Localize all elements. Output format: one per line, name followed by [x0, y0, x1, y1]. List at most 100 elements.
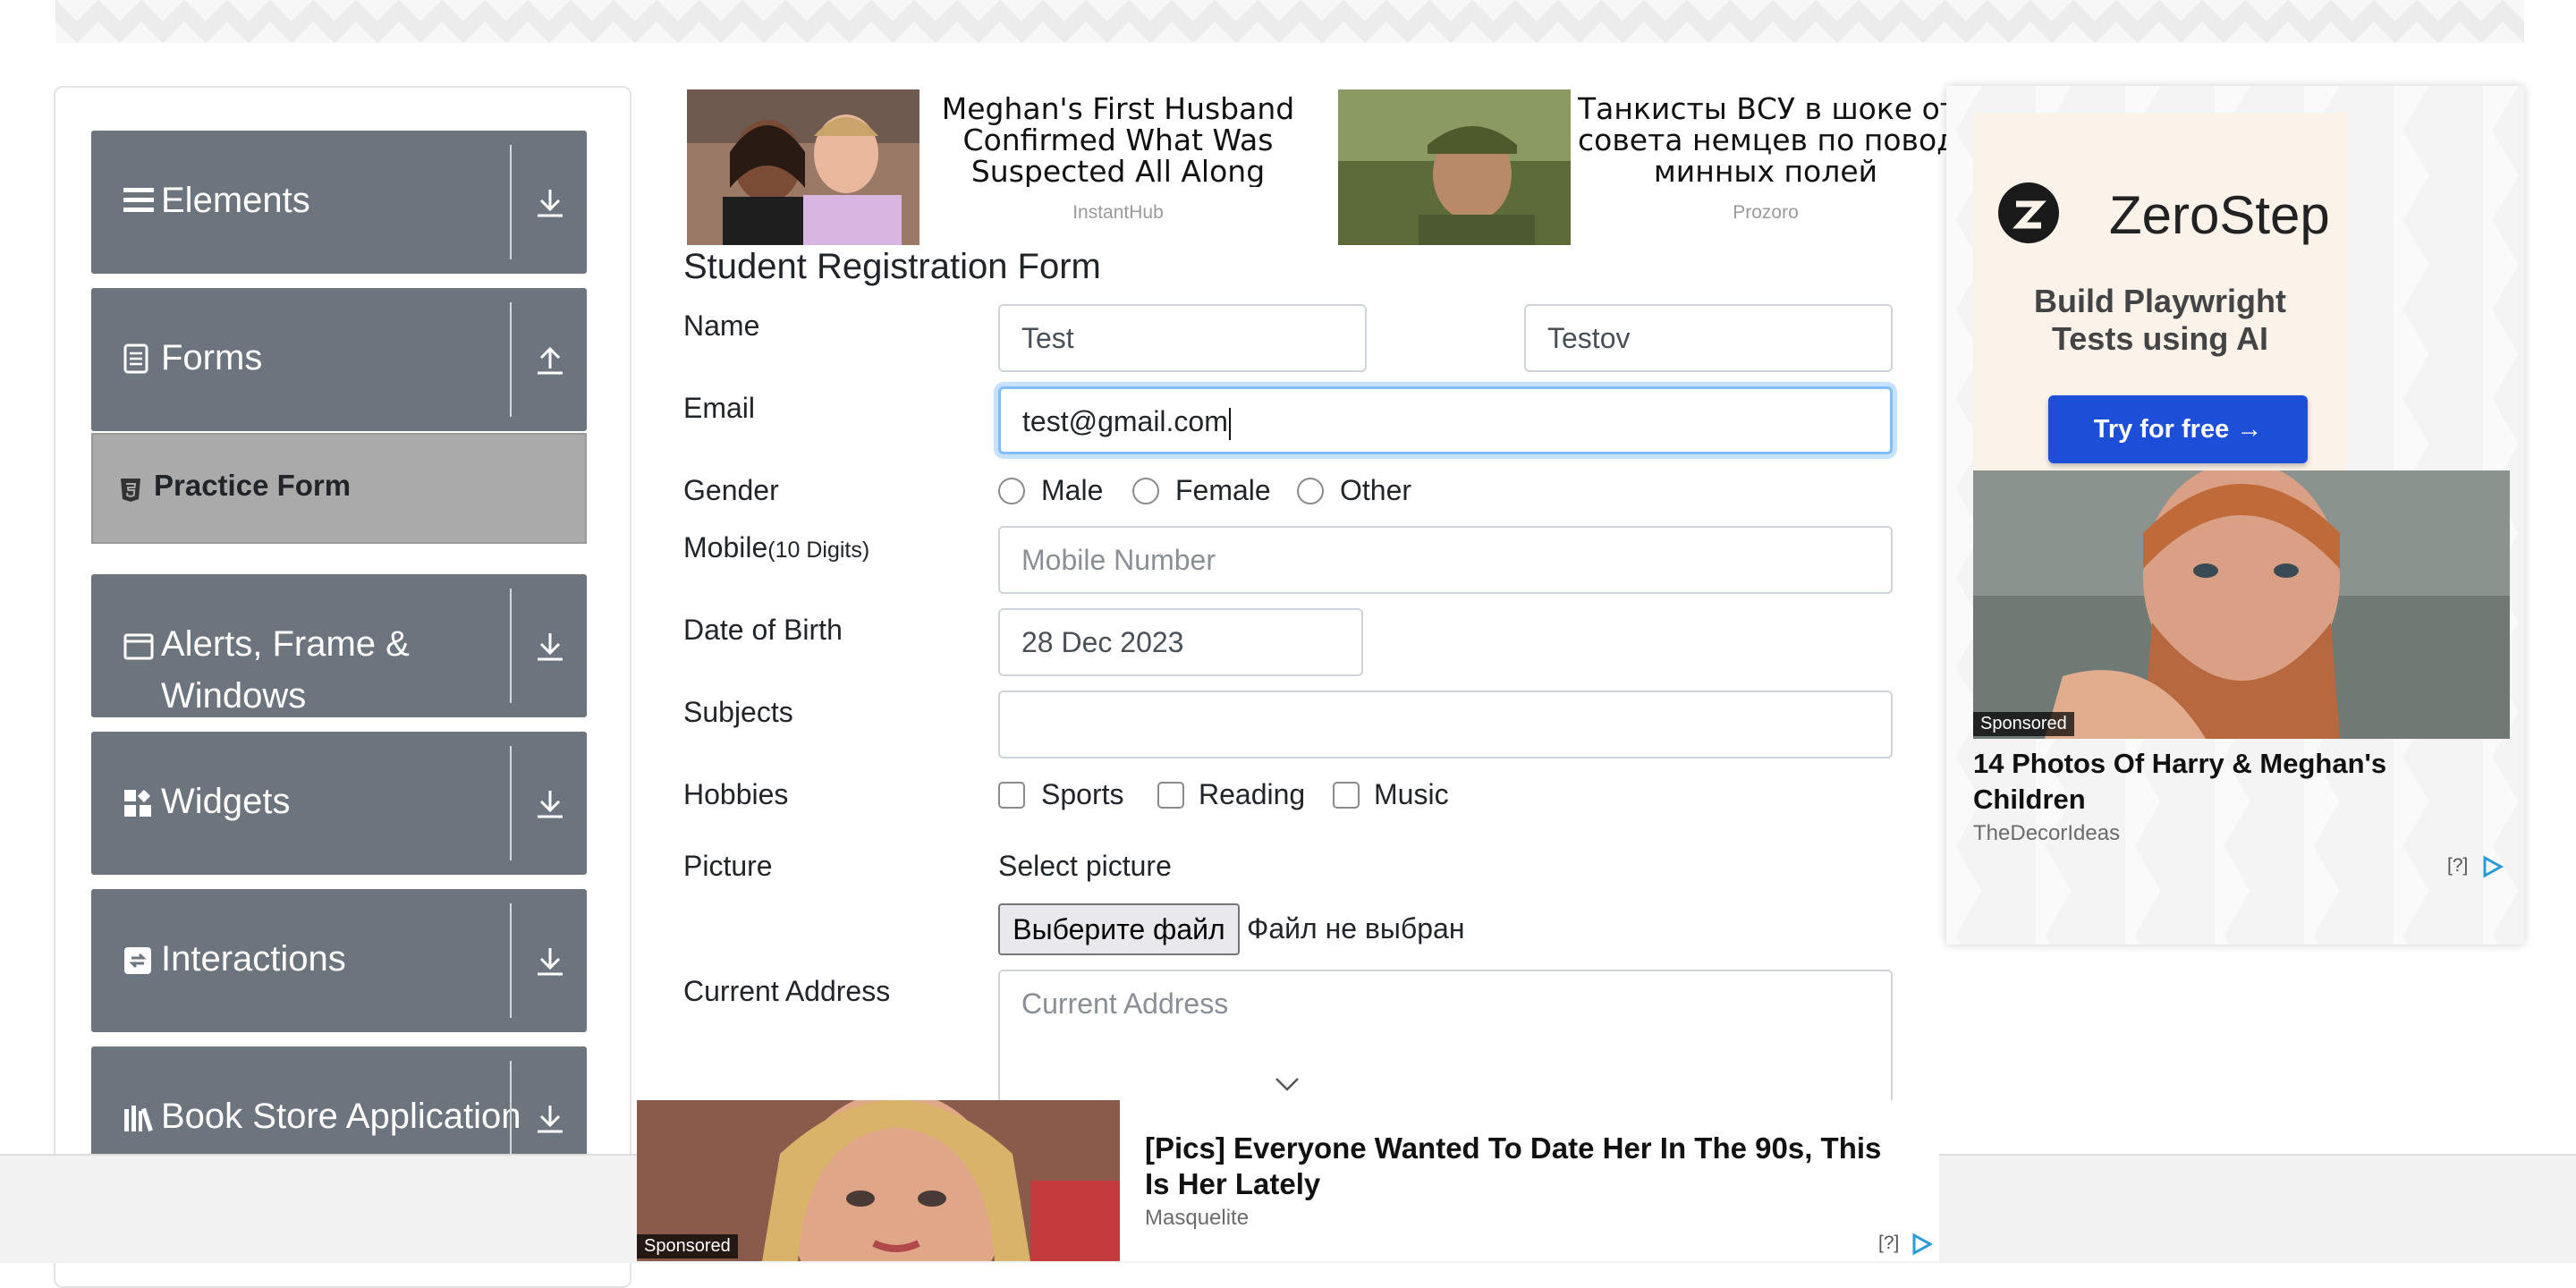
interactions-icon	[123, 946, 152, 975]
gender-male-radio[interactable]	[998, 478, 1025, 504]
hobbies-label: Hobbies	[683, 778, 789, 810]
zerostep-tagline: Build Playwright Tests using AI	[1973, 283, 2347, 358]
gender-male-label[interactable]: Male	[1041, 474, 1103, 507]
ad-title-line: Confirmed What Was	[962, 123, 1274, 157]
subjects-label: Subjects	[683, 696, 793, 728]
sponsored-badge: Sponsored	[637, 1234, 738, 1258]
adchoices-icon[interactable]	[1911, 1233, 1934, 1260]
html5-icon	[120, 478, 141, 507]
ad-source: TheDecorIdeas	[1973, 821, 2121, 845]
sidebar-group-interactions[interactable]: Interactions	[91, 889, 587, 1032]
ad-photo	[687, 89, 919, 245]
sidebar-group-label-line2: Windows	[161, 676, 307, 716]
zerostep-ad[interactable]: ZeroStep Build Playwright Tests using AI…	[1973, 113, 2347, 470]
sidebar-group-alerts-frame-windows[interactable]: Alerts, Frame & Windows	[91, 574, 587, 717]
tagline-line: Tests using AI	[2051, 320, 2269, 357]
first-name-input[interactable]: Test	[998, 304, 1367, 372]
sidebar: Elements Forms Practice Form Alerts, Fra…	[54, 86, 631, 1288]
file-status: Файл не выбран	[1247, 912, 1465, 945]
gender-label: Gender	[683, 474, 779, 506]
gender-other-label[interactable]: Other	[1340, 474, 1411, 507]
download-icon[interactable]	[533, 787, 567, 821]
gender-other-radio[interactable]	[1297, 478, 1324, 504]
sidebar-group-forms[interactable]: Forms	[91, 288, 587, 431]
hobby-music-checkbox[interactable]	[1333, 782, 1360, 809]
subjects-input[interactable]	[998, 691, 1893, 758]
hobby-music-label[interactable]: Music	[1374, 778, 1449, 811]
email-input[interactable]: test@gmail.com	[998, 386, 1893, 454]
select-picture-label: Select picture	[998, 850, 1172, 882]
hobby-reading-checkbox[interactable]	[1157, 782, 1184, 809]
ad-title: Meghan's First Husband Confirmed What Wa…	[930, 93, 1306, 187]
form-title: Student Registration Form	[683, 247, 1101, 286]
name-label: Name	[683, 309, 760, 342]
adchoice-link[interactable]: [?]	[1878, 1233, 1899, 1254]
ad-title-line: Танкисты ВСУ в шоке от	[1578, 93, 1953, 126]
download-icon[interactable]	[533, 1102, 567, 1136]
dob-input[interactable]: 28 Dec 2023	[998, 608, 1363, 676]
ad-title-line: Suspected All Along	[970, 154, 1266, 187]
sidebar-group-label: Alerts, Frame &	[161, 624, 410, 664]
adchoices-icon[interactable]	[2481, 855, 2504, 883]
ad-headline[interactable]: 14 Photos Of Harry & Meghan's Children	[1973, 746, 2501, 818]
ad-title-line: совета немцев по поводу	[1578, 123, 1953, 157]
chevron-down-icon	[1274, 1075, 1301, 1097]
ad-title-line: минных полей	[1653, 154, 1878, 187]
email-value: test@gmail.com	[1022, 405, 1228, 437]
mobile-label-text: Mobile	[683, 531, 768, 564]
books-icon	[123, 1104, 154, 1132]
try-for-free-button[interactable]: Try for free →	[2048, 395, 2308, 463]
download-icon[interactable]	[533, 945, 567, 979]
top-pattern-banner	[55, 0, 2524, 43]
sidebar-group-label: Book Store Application	[161, 1097, 521, 1136]
download-icon[interactable]	[533, 186, 567, 220]
sidebar-group-widgets[interactable]: Widgets	[91, 732, 587, 875]
upload-icon[interactable]	[533, 343, 567, 377]
group-divider	[510, 746, 512, 860]
group-divider	[510, 145, 512, 259]
group-divider	[510, 589, 512, 703]
text-caret	[1228, 407, 1231, 440]
sidebar-group-label: Interactions	[161, 939, 346, 979]
hobby-sports-label[interactable]: Sports	[1041, 778, 1123, 811]
right-ad[interactable]: ZeroStep Build Playwright Tests using AI…	[1946, 86, 2524, 945]
email-label: Email	[683, 392, 756, 424]
sidebar-group-label: Forms	[161, 338, 263, 377]
bottom-ad[interactable]: Sponsored [Pics] Everyone Wanted To Date…	[637, 1100, 1939, 1261]
ad-headline[interactable]: [Pics] Everyone Wanted To Date Her In Th…	[1145, 1131, 1914, 1202]
ad-photo	[1338, 89, 1571, 245]
mobile-label: Mobile(10 Digits)	[683, 531, 869, 564]
tagline-line: Build Playwright	[2033, 283, 2287, 319]
ad-source: Prozoro	[1733, 202, 1799, 223]
mobile-input[interactable]: Mobile Number	[998, 526, 1893, 594]
sidebar-item-practice-form[interactable]: Practice Form	[91, 433, 587, 544]
sidebar-group-elements[interactable]: Elements	[91, 131, 587, 274]
window-icon	[123, 633, 154, 660]
hamburger-icon	[123, 186, 154, 215]
gender-female-radio[interactable]	[1132, 478, 1159, 504]
ad-title-line: Meghan's First Husband	[941, 93, 1295, 126]
dob-label: Date of Birth	[683, 614, 843, 646]
zerostep-logo-icon	[1996, 181, 2061, 250]
document-icon	[123, 343, 148, 374]
adchoice-link[interactable]: [?]	[2447, 855, 2468, 877]
mobile-hint: (10 Digits)	[767, 538, 870, 563]
picture-label: Picture	[683, 850, 773, 882]
hobby-sports-checkbox[interactable]	[998, 782, 1025, 809]
current-address-label: Current Address	[683, 975, 891, 1007]
ad-source: InstantHub	[1072, 202, 1164, 223]
sponsored-badge: Sponsored	[1973, 712, 2074, 736]
zerostep-brand: ZeroStep	[2109, 185, 2330, 245]
hobby-reading-label[interactable]: Reading	[1199, 778, 1305, 811]
widgets-icon	[123, 789, 152, 818]
choose-file-button[interactable]: Выберите файл	[998, 903, 1240, 955]
ad-title: Танкисты ВСУ в шоке от совета немцев по …	[1578, 93, 1953, 187]
ad-source: Masquelite	[1145, 1206, 1250, 1230]
sidebar-item-label: Practice Form	[154, 469, 352, 502]
group-divider	[510, 302, 512, 417]
sidebar-group-label: Elements	[161, 181, 310, 220]
gender-female-label[interactable]: Female	[1175, 474, 1271, 507]
last-name-input[interactable]: Testov	[1524, 304, 1893, 372]
download-icon[interactable]	[533, 630, 567, 664]
sidebar-group-label: Widgets	[161, 782, 291, 821]
